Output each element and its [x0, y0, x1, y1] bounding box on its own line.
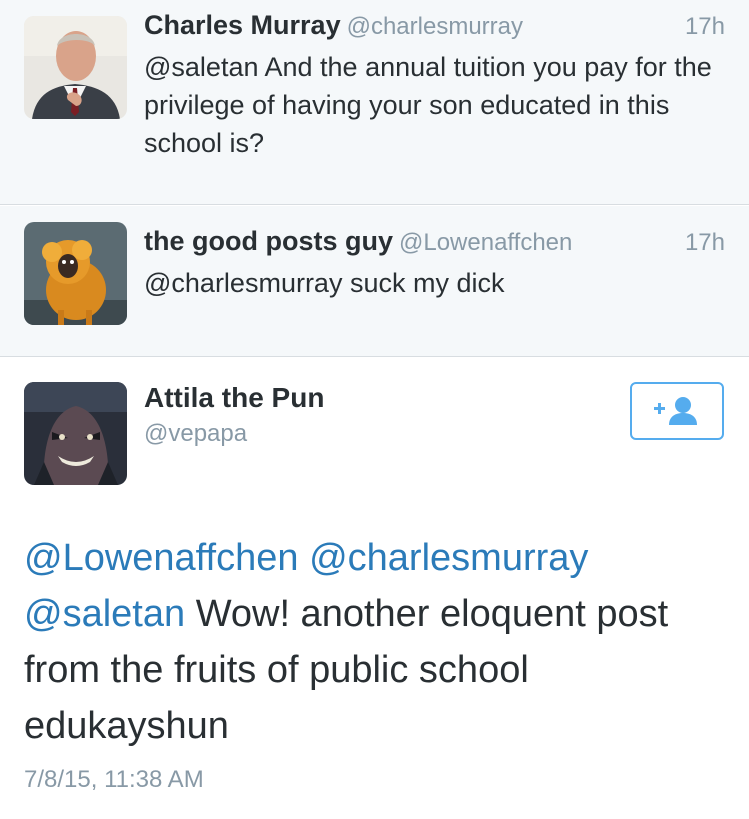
tweet-detail: Attila the Pun @vepapa @Lowenaffchen @ch…	[0, 358, 749, 819]
tweet-timestamp: 7/8/15, 11:38 AM	[24, 766, 204, 793]
display-name[interactable]: Charles Murray	[144, 10, 341, 40]
follow-button[interactable]	[630, 382, 724, 440]
tweet-body: @Lowenaffchen @charlesmurray @saletan Wo…	[24, 530, 724, 754]
display-name[interactable]: the good posts guy	[144, 226, 393, 256]
tweet-time: 17h	[684, 13, 725, 40]
username[interactable]: @charlesmurray	[347, 13, 523, 40]
tweet-time: 17h	[684, 229, 725, 256]
cartoon-villain-avatar	[24, 382, 127, 485]
man-in-suit-avatar	[24, 16, 127, 119]
username[interactable]: @vepapa	[144, 420, 247, 448]
display-name[interactable]: Attila the Pun	[144, 382, 324, 414]
mention-link[interactable]: @charlesmurray	[309, 537, 588, 579]
golden-monkey-avatar	[24, 222, 127, 325]
mention-link[interactable]: @Lowenaffchen	[24, 537, 299, 579]
tweet-header: the good posts guy @Lowenaffchen 17h	[144, 226, 725, 262]
add-user-icon	[654, 397, 697, 425]
username[interactable]: @Lowenaffchen	[399, 229, 572, 256]
tweet-header: Charles Murray @charlesmurray 17h	[144, 10, 725, 46]
tweet-item[interactable]: Charles Murray @charlesmurray 17h @saleta…	[0, 0, 749, 205]
mention-link[interactable]: @saletan	[24, 593, 185, 635]
user-avatar[interactable]	[24, 382, 127, 485]
user-avatar[interactable]	[24, 222, 127, 325]
tweet-item[interactable]: the good posts guy @Lowenaffchen 17h @cha…	[0, 206, 749, 357]
tweet-text: @saletan And the annual tuition you pay …	[144, 52, 712, 158]
tweet-text: @charlesmurray suck my dick	[144, 268, 505, 298]
user-avatar[interactable]	[24, 16, 127, 119]
